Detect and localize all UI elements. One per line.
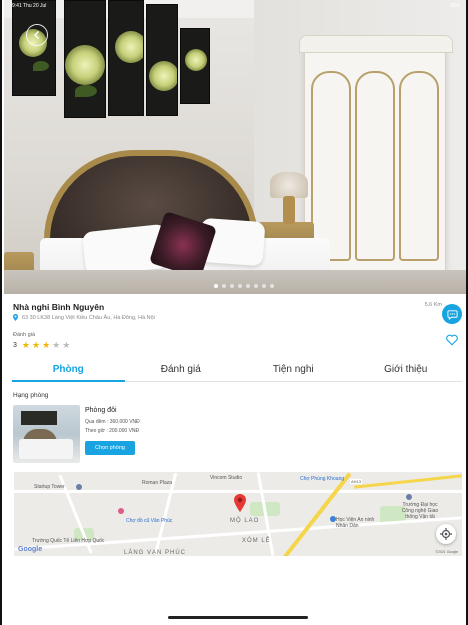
google-logo: Google [18, 546, 43, 553]
room-price-hourly: Theo giờ : 200.000 VNĐ [85, 428, 140, 434]
status-bar: 9:41 Thu 20 Jul 55% [4, 0, 466, 12]
choose-room-button[interactable]: Chọn phòng [85, 441, 135, 455]
room-section-title: Hạng phòng [13, 392, 49, 399]
map-label-road-code: AH13 [350, 479, 363, 484]
tab-0[interactable]: Phòng [12, 360, 125, 382]
gallery-dot[interactable] [262, 284, 266, 288]
star-icon: ★ [31, 340, 41, 350]
map-label-truong-dai-hoc: Trường Đại học Công nghệ Giao thông Vận … [401, 502, 439, 520]
status-battery: 55% [449, 3, 460, 9]
map-label-mo-lao: MỘ LAO [230, 518, 260, 524]
map-label-lang-van-phuc: LÀNG VẠN PHÚC [124, 550, 187, 556]
room-thumbnail[interactable] [13, 405, 80, 463]
chat-button[interactable] [442, 304, 462, 324]
hotel-photo-gallery[interactable]: 9:41 Thu 20 Jul 55% [4, 0, 466, 294]
status-date: Thu 20 Jul [23, 3, 47, 9]
map-pin-icon[interactable] [234, 494, 246, 512]
map-label-cho-do-cu: Chợ đồ cũ Văn Phúc [126, 518, 173, 524]
hotel-distance: 5.6 Km [424, 302, 442, 308]
map-label-xom-le: XÓM LÊ [242, 538, 271, 544]
status-time: 9:41 [12, 3, 22, 9]
star-icon: ★ [21, 340, 30, 350]
locate-button[interactable] [436, 524, 456, 544]
hotel-address: 63 30 LK38 Làng Việt Kiều Châu Âu, Hà Đô… [22, 314, 155, 321]
detail-tabs: Phòng Đánh giá Tiện nghi Giới thiệu [12, 360, 462, 382]
address-row: 63 30 LK38 Làng Việt Kiều Châu Âu, Hà Đô… [13, 314, 155, 321]
room-card[interactable]: Phòng đôi Qua đêm : 360.000 VNĐ Theo giờ… [13, 405, 313, 465]
map-label-vincom: Vincom Studio [210, 475, 243, 481]
wall-art-panel [146, 4, 178, 116]
tab-3[interactable]: Giới thiệu [350, 360, 463, 381]
crosshair-icon [440, 528, 452, 540]
gallery-dot[interactable] [214, 284, 218, 288]
wall-art-panel [64, 0, 106, 118]
location-map[interactable]: Startup Tower Roman Plaza Vincom Studio … [14, 472, 462, 556]
chat-bubble-icon [446, 309, 458, 320]
map-pin-icon [13, 314, 18, 321]
room-name: Phòng đôi [85, 407, 117, 414]
star-icon: ★ [52, 340, 61, 350]
hotel-name: Nhà nghỉ Bình Nguyên [13, 302, 105, 312]
wall-art-panel [180, 28, 210, 104]
map-label-hoc-vien: Học Viện An ninh Nhân Dân [336, 517, 375, 529]
gallery-dot[interactable] [222, 284, 226, 288]
gallery-dot[interactable] [246, 284, 250, 288]
map-label-truong-quoc-te: Trường Quốc Tế Liên Hợp Quốc [32, 538, 105, 544]
map-label-roman-plaza: Roman Plaza [142, 480, 173, 486]
wall-art-panel [108, 0, 144, 116]
photo-lamp [270, 172, 308, 198]
wall-art-panel [12, 0, 56, 96]
star-icon: ★ [42, 340, 51, 350]
home-indicator[interactable] [168, 616, 308, 619]
rating-row: 3 ★ ★ ★ ★ ★ [13, 341, 70, 350]
tab-2[interactable]: Tiện nghi [237, 360, 350, 381]
photo-lamp-base [283, 196, 295, 224]
poi-marker [76, 484, 82, 490]
gallery-dot[interactable] [230, 284, 234, 288]
gallery-indicator [214, 284, 274, 288]
heart-icon[interactable] [446, 334, 458, 346]
rating-label: Đánh giá [13, 332, 36, 338]
poi-marker [118, 508, 124, 514]
gallery-dot[interactable] [270, 284, 274, 288]
back-button[interactable] [26, 24, 48, 46]
poi-marker [406, 494, 412, 500]
map-label-startup-tower: Startup Tower [34, 484, 65, 490]
photo-floor [4, 270, 466, 294]
star-icon: ★ [62, 340, 71, 350]
gallery-dot[interactable] [254, 284, 258, 288]
map-label-cho-phung-khoang: Chợ Phùng Khoang [300, 476, 345, 482]
map-copyright: ©2021 Google [435, 550, 458, 554]
rating-value: 3 [13, 342, 17, 349]
app-frame: 9:41 Thu 20 Jul 55% Nhà nghỉ Bình Nguyên… [0, 0, 468, 625]
star-rating: ★ ★ ★ ★ ★ [22, 341, 70, 350]
room-price-overnight: Qua đêm : 360.000 VNĐ [85, 419, 140, 425]
tab-1[interactable]: Đánh giá [125, 360, 238, 381]
arrow-left-icon [34, 31, 39, 39]
gallery-dot[interactable] [238, 284, 242, 288]
